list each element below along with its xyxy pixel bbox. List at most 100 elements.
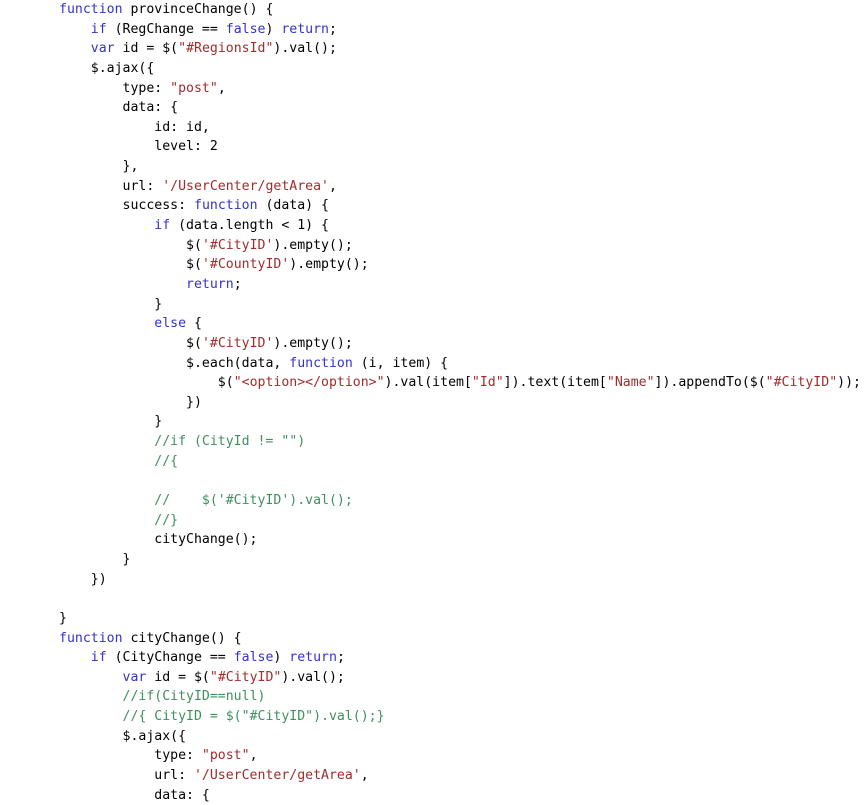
code-token-pln: ;: [336, 650, 345, 666]
code-token-pln: (i, item) {: [352, 355, 449, 371]
code-line: //{: [59, 452, 866, 472]
code-token-pln: ,: [328, 178, 337, 194]
code-token-kw: else: [154, 316, 187, 332]
code-token-pln: ).val();: [281, 669, 345, 685]
code-token-pln: $(: [186, 335, 202, 351]
code-token-pln: data: {: [154, 787, 210, 803]
code-token-pln: ]).text(item[: [503, 375, 607, 391]
code-token-com: //if(CityID==null): [122, 689, 266, 705]
code-token-str: "Name": [606, 375, 655, 391]
code-line: url: '/UserCenter/getArea',: [59, 177, 866, 197]
code-line: type: "post",: [59, 746, 866, 766]
code-line: id: id,: [59, 118, 866, 138]
code-token-str: "#CityID": [209, 669, 282, 685]
code-token-pln: $.ajax({: [90, 60, 155, 76]
code-token-pln: id = $(: [146, 669, 210, 685]
code-token-pln: }): [186, 394, 202, 410]
code-token-pln: (data) {: [257, 198, 329, 214]
code-token-pln: }): [90, 571, 107, 587]
code-token-kw: if: [90, 650, 107, 666]
code-token-kw: return: [281, 21, 329, 37]
code-token-pln: },: [122, 159, 139, 175]
code-token-pln: ).empty();: [273, 335, 353, 351]
code-token-pln: url:: [154, 767, 194, 783]
code-line: //if(CityID==null): [59, 687, 866, 707]
code-line: if (data.length < 1) {: [59, 216, 866, 236]
code-token-pln: ]).appendTo($(: [654, 375, 766, 391]
code-token-pln: }: [59, 610, 67, 626]
code-token-pln: success:: [122, 198, 194, 214]
code-token-pln: ;: [233, 276, 242, 292]
code-token-kw: var: [90, 41, 115, 57]
code-token-kw: return: [186, 276, 234, 292]
code-token-pln: ,: [249, 748, 258, 764]
code-token-pln: (RegChange ==: [106, 21, 226, 37]
code-token-pln: cityChange();: [154, 532, 258, 548]
code-token-str: "Id": [471, 375, 504, 391]
code-line: if (RegChange == false) return;: [59, 20, 866, 40]
code-token-pln: ,: [217, 80, 226, 96]
code-token-com: //{ CityID = $("#CityID").val();}: [122, 709, 385, 725]
code-token-pln: (CityChange ==: [106, 650, 234, 666]
code-token-pln: }: [154, 296, 163, 312]
code-line: cityChange();: [59, 530, 866, 550]
code-token-kw: false: [233, 650, 274, 666]
code-line: else {: [59, 314, 866, 334]
code-line: }): [59, 393, 866, 413]
code-token-str: "#CityID": [765, 375, 838, 391]
code-token-pln: provinceChange() {: [122, 2, 274, 17]
code-token-str: "post": [170, 80, 218, 96]
code-token-pln: id = $(: [114, 41, 179, 57]
code-line: }: [59, 295, 866, 315]
code-token-pln: $.each(data,: [186, 355, 290, 371]
code-token-kw: return: [289, 650, 337, 666]
code-line: function provinceChange() {: [59, 0, 866, 20]
code-token-pln: ).empty();: [289, 257, 369, 273]
code-token-kw: function: [59, 2, 123, 17]
code-token-pln: level: 2: [154, 139, 218, 155]
code-token-kw: var: [122, 669, 147, 685]
code-line: $.ajax({: [59, 59, 866, 79]
code-line: }: [59, 609, 866, 629]
code-line: $.ajax({: [59, 727, 866, 747]
code-token-pln: $(: [186, 237, 202, 253]
code-line: //if (CityId != ""): [59, 432, 866, 452]
code-token-pln: ,: [360, 767, 369, 783]
code-token-com: //}: [154, 512, 179, 528]
code-token-pln: type:: [122, 80, 171, 96]
code-line: // $('#CityID').val();: [59, 491, 866, 511]
code-token-kw: function: [59, 630, 123, 646]
code-token-pln: ): [265, 21, 282, 37]
code-token-pln: }: [122, 551, 131, 567]
code-token-str: '/UserCenter/getArea': [193, 767, 361, 783]
code-token-str: "#RegionsId": [178, 41, 274, 57]
code-line: data: {: [59, 98, 866, 118]
code-token-str: '#CountyID': [201, 257, 290, 273]
code-line: $('#CountyID').empty();: [59, 255, 866, 275]
code-line: $('#CityID').empty();: [59, 334, 866, 354]
code-token-kw: if: [154, 218, 171, 234]
code-line: var id = $("#RegionsId").val();: [59, 39, 866, 59]
